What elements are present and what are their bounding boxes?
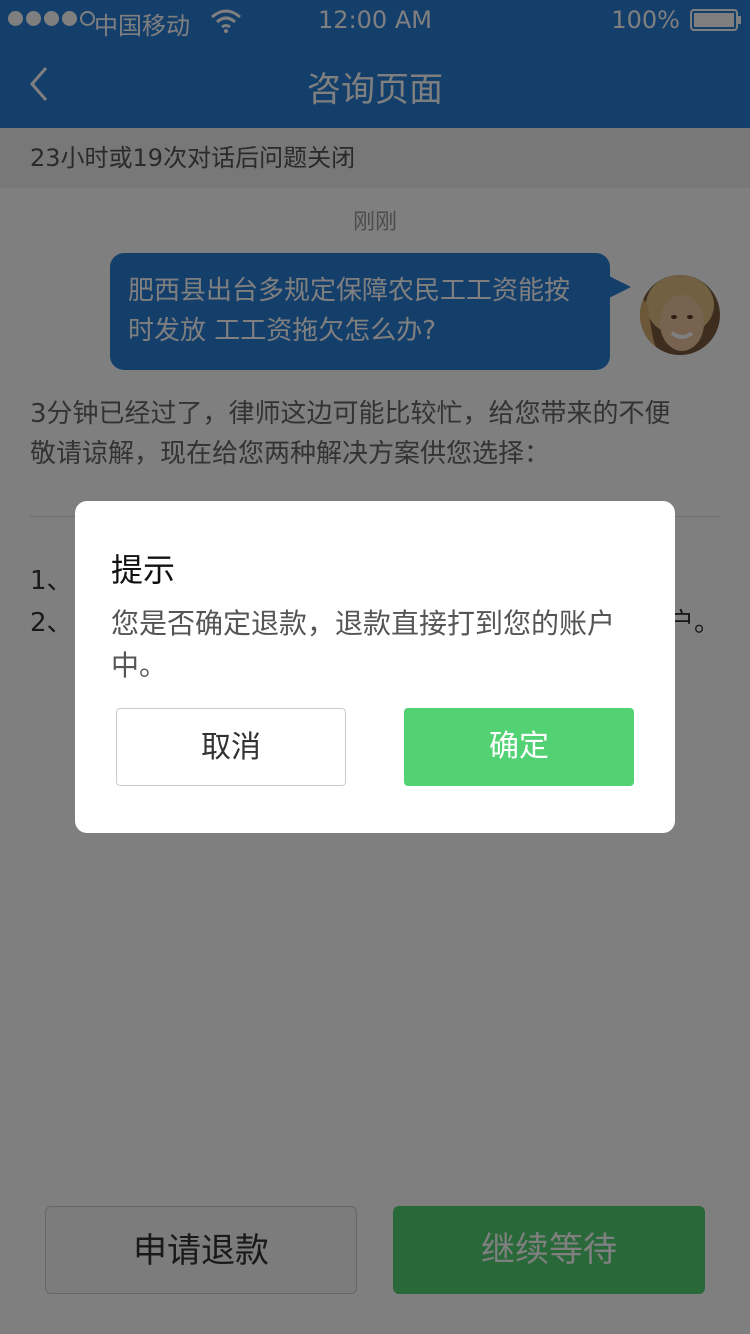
consult-screen: 中国移动 12:00 AM 100% 咨询页面 23小时或19次对话后问题关闭 [0,0,750,1334]
cancel-button[interactable]: 取消 [116,708,346,786]
dialog-message: 您是否确定退款，退款直接打到您的账户中。 [111,607,616,682]
confirm-button[interactable]: 确定 [404,708,634,786]
confirm-dialog: 提示 您是否确定退款，退款直接打到您的账户中。 取消 确定 [75,501,675,833]
dialog-title: 提示 [111,551,176,589]
